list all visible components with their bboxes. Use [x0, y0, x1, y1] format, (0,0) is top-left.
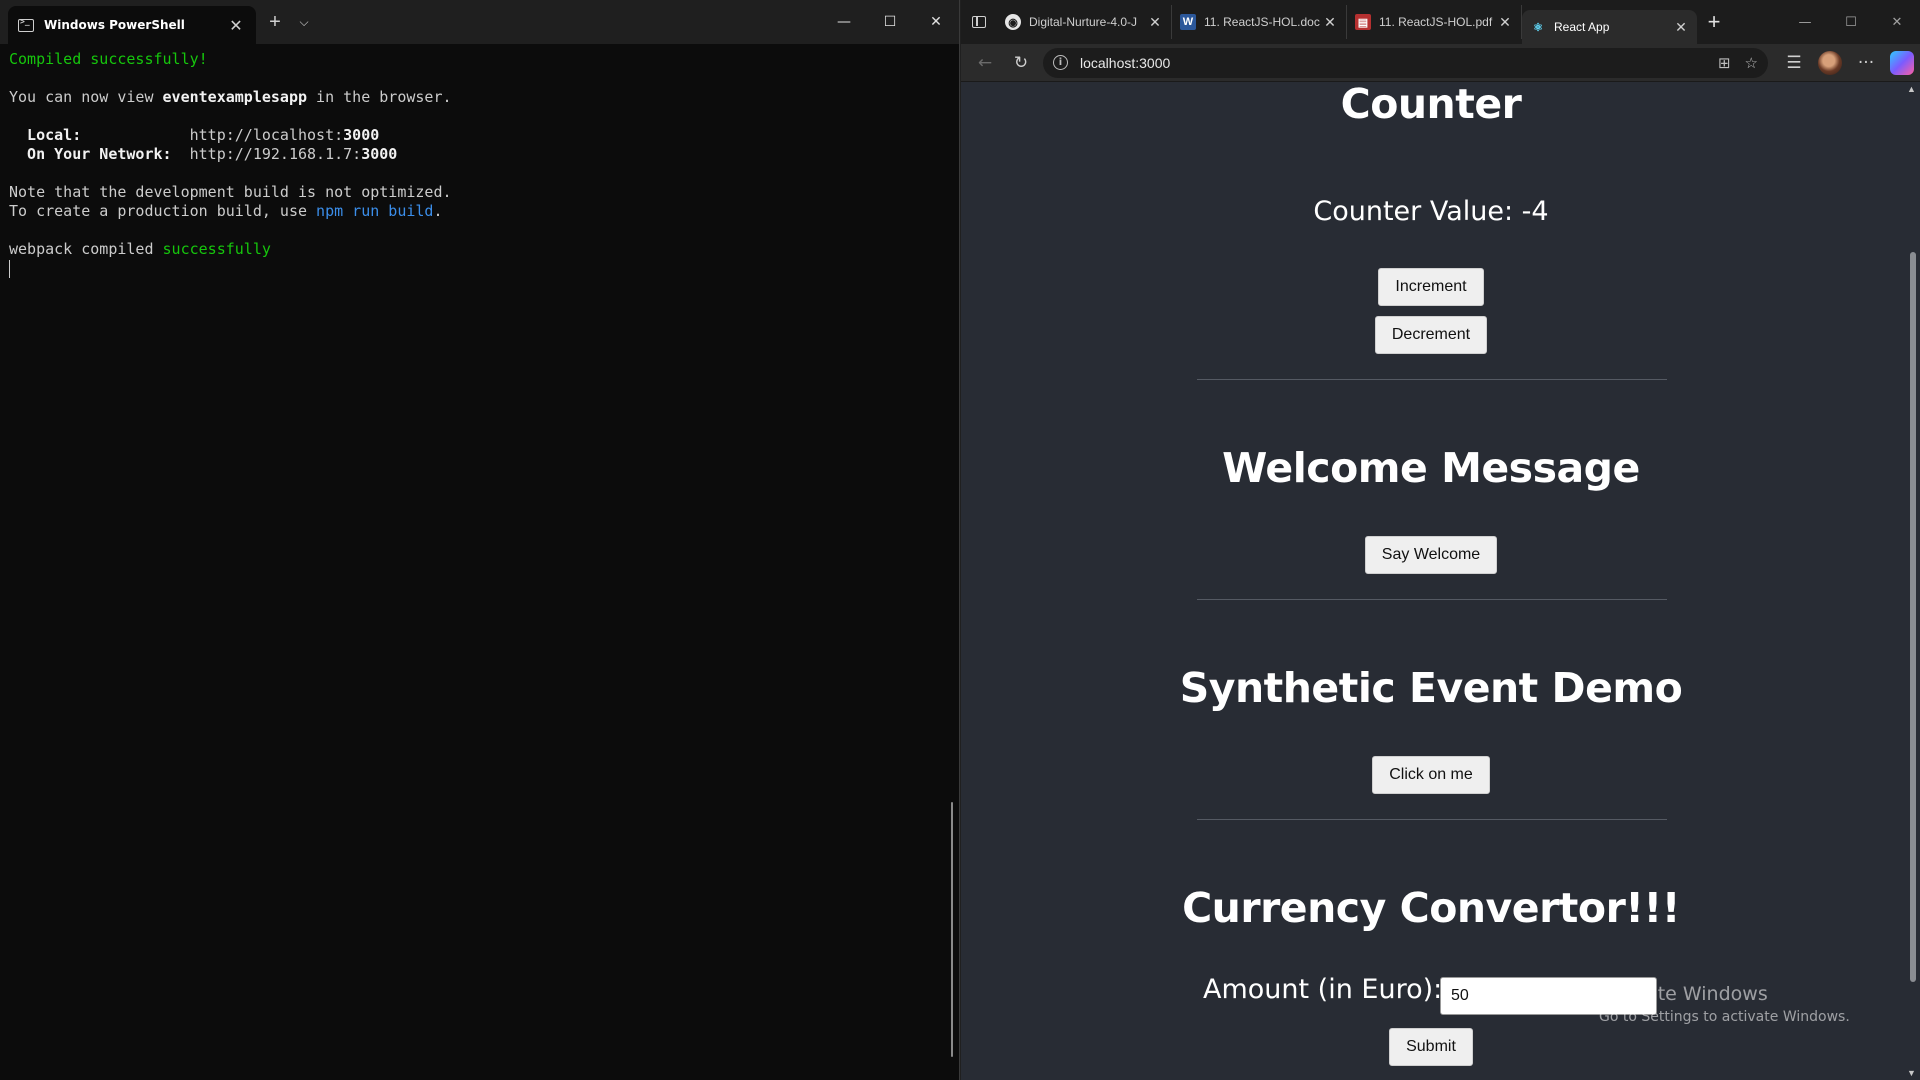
- browser-tab-react-app[interactable]: ⚛ React App ✕: [1522, 10, 1697, 44]
- increment-button[interactable]: Increment: [1378, 268, 1484, 306]
- webpack-line: webpack compiled successfully: [9, 240, 271, 258]
- back-button[interactable]: ←: [967, 48, 1003, 78]
- tab-label: Digital-Nurture-4.0-J: [1029, 15, 1138, 29]
- close-window-button[interactable]: ✕: [913, 0, 959, 44]
- browser-tab-github[interactable]: ◉ Digital-Nurture-4.0-J ✕: [997, 5, 1172, 39]
- currency-heading: Currency Convertor!!!: [1182, 884, 1680, 932]
- amount-label: Amount (in Euro):: [1203, 974, 1443, 1005]
- profile-avatar[interactable]: [1818, 50, 1842, 75]
- view-line: You can now view eventexamplesapp in the…: [9, 88, 452, 106]
- activate-windows-watermark: Activate Windows Go to Settings to activ…: [1599, 983, 1850, 1025]
- close-window-button[interactable]: ✕: [1874, 0, 1920, 44]
- browser-tab-word[interactable]: W 11. ReactJS-HOL.doc ✕: [1172, 5, 1347, 39]
- browser-toolbar: ← ↻ i localhost:3000 ⊞ ☆ ☰ ···: [961, 44, 1920, 82]
- maximize-button[interactable]: ☐: [1828, 0, 1874, 44]
- tab-label: React App: [1554, 20, 1610, 34]
- synthetic-event-heading: Synthetic Event Demo: [1179, 664, 1683, 712]
- scrollbar-thumb[interactable]: [1910, 252, 1916, 982]
- decrement-button[interactable]: Decrement: [1374, 316, 1488, 354]
- new-tab-button[interactable]: +: [1697, 9, 1731, 35]
- new-tab-button[interactable]: +: [260, 0, 290, 44]
- browser-tab-bar: ◉ Digital-Nurture-4.0-J ✕ W 11. ReactJS-…: [961, 0, 1920, 44]
- say-welcome-button[interactable]: Say Welcome: [1364, 536, 1498, 574]
- word-icon: W: [1180, 14, 1196, 30]
- terminal-window-controls: — ☐ ✕: [821, 0, 959, 44]
- terminal-scrollbar[interactable]: [951, 802, 953, 1057]
- local-url-line: Local: http://localhost:3000: [9, 126, 380, 144]
- network-url-line: On Your Network: http://192.168.1.7:3000: [9, 145, 398, 163]
- terminal-titlebar: Windows PowerShell ✕ + ⌵ — ☐ ✕: [0, 0, 959, 44]
- tab-label: 11. ReactJS-HOL.doc: [1204, 15, 1320, 29]
- minimize-button[interactable]: —: [1782, 0, 1828, 44]
- terminal-tab-title: Windows PowerShell: [44, 18, 185, 32]
- counter-value: Counter Value: -4: [1313, 196, 1549, 227]
- site-info-icon[interactable]: i: [1053, 55, 1068, 70]
- click-on-me-button[interactable]: Click on me: [1372, 756, 1490, 794]
- more-options-button[interactable]: ···: [1848, 48, 1884, 78]
- section-divider: [1197, 379, 1667, 380]
- address-url: localhost:3000: [1080, 54, 1171, 71]
- watermark-subtitle: Go to Settings to activate Windows.: [1599, 1009, 1850, 1025]
- terminal-output[interactable]: Compiled successfully! You can now view …: [0, 44, 959, 284]
- section-divider: [1197, 819, 1667, 820]
- copilot-icon[interactable]: [1890, 50, 1914, 75]
- maximize-button[interactable]: ☐: [867, 0, 913, 44]
- tab-actions-button[interactable]: [961, 0, 997, 44]
- welcome-heading: Welcome Message: [1222, 444, 1640, 492]
- terminal-window: Windows PowerShell ✕ + ⌵ — ☐ ✕ Compiled …: [0, 0, 960, 1080]
- github-icon: ◉: [1005, 14, 1021, 30]
- tab-actions-icon: [972, 16, 986, 28]
- close-tab-icon[interactable]: ✕: [1147, 14, 1163, 31]
- submit-button[interactable]: Submit: [1389, 1028, 1473, 1066]
- close-tab-icon[interactable]: ✕: [1673, 19, 1689, 36]
- note-line: Note that the development build is not o…: [9, 183, 452, 201]
- close-tab-icon[interactable]: ✕: [1497, 14, 1513, 31]
- compiled-line: Compiled successfully!: [9, 50, 208, 68]
- pdf-icon: ▤: [1355, 14, 1371, 30]
- tab-label: 11. ReactJS-HOL.pdf: [1379, 15, 1493, 29]
- counter-heading: Counter: [1340, 82, 1522, 128]
- refresh-button[interactable]: ↻: [1003, 48, 1039, 78]
- chevron-down-icon[interactable]: ⌵: [290, 0, 318, 44]
- favorite-star-icon[interactable]: ☆: [1745, 54, 1758, 72]
- address-bar[interactable]: i localhost:3000 ⊞ ☆: [1043, 47, 1768, 78]
- text-cursor: [9, 260, 10, 278]
- scroll-down-arrow-icon[interactable]: ▼: [1907, 1068, 1916, 1078]
- scroll-up-arrow-icon[interactable]: ▲: [1907, 84, 1916, 94]
- browser-window: ◉ Digital-Nurture-4.0-J ✕ W 11. ReactJS-…: [961, 0, 1920, 1080]
- browser-tab-pdf[interactable]: ▤ 11. ReactJS-HOL.pdf ✕: [1347, 5, 1522, 39]
- page-viewport: Counter Counter Value: -4 Increment Decr…: [961, 82, 1920, 1080]
- favorites-button[interactable]: ☰: [1776, 48, 1812, 78]
- close-tab-icon[interactable]: ✕: [1322, 14, 1338, 31]
- close-tab-icon[interactable]: ✕: [226, 16, 246, 35]
- browser-window-controls: — ☐ ✕: [1782, 0, 1920, 44]
- terminal-tab[interactable]: Windows PowerShell ✕: [8, 6, 256, 44]
- react-icon: ⚛: [1533, 21, 1543, 34]
- minimize-button[interactable]: —: [821, 0, 867, 44]
- section-divider: [1197, 599, 1667, 600]
- watermark-title: Activate Windows: [1599, 983, 1768, 1005]
- app-available-icon[interactable]: ⊞: [1718, 54, 1731, 72]
- page-scrollbar[interactable]: ▲ ▼: [1904, 82, 1920, 1080]
- powershell-icon: [18, 17, 34, 32]
- prod-build-line: To create a production build, use npm ru…: [9, 202, 443, 220]
